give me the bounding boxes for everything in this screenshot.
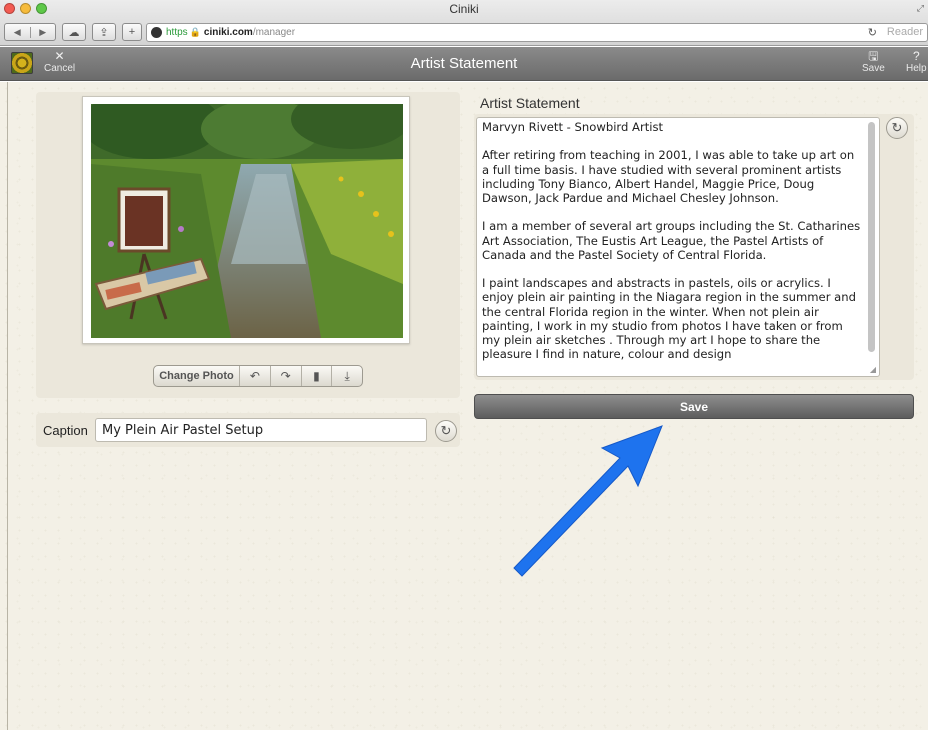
app-header: ✕ Cancel Artist Statement 🖫 Save ? Help [0,47,928,81]
header-save-label: Save [862,63,885,74]
url-domain: ciniki.com [203,27,253,38]
url-path: /manager [252,27,296,38]
change-photo-button[interactable]: Change Photo [154,366,240,386]
help-button[interactable]: ? Help [906,49,927,75]
page-title: Artist Statement [410,55,518,72]
save-button[interactable]: Save [474,394,914,419]
annotation-arrow-icon [513,425,663,577]
url-scheme: https [166,27,188,38]
resize-grip-icon[interactable]: ◢ [870,365,876,374]
share-icon[interactable]: ⇪ [92,23,116,41]
back-icon[interactable]: ◀ [5,26,31,38]
revert-icon: ↻ [891,120,903,135]
caption-input[interactable] [95,418,427,442]
header-save-button[interactable]: 🖫 Save [862,49,885,75]
rotate-right-icon[interactable]: ↷ [271,366,302,386]
new-tab-icon[interactable]: + [122,23,142,41]
icloud-tabs-icon[interactable]: ☁ [62,23,86,41]
rotate-left-icon[interactable]: ↶ [240,366,271,386]
revert-icon: ↻ [440,423,452,438]
fullscreen-icon[interactable]: ⤢ [917,3,924,14]
caption-row: Caption [36,413,460,447]
forward-icon[interactable]: ▶ [31,27,56,38]
statement-scrollbar[interactable] [868,122,875,352]
trash-icon[interactable]: ▮ [302,366,333,386]
browser-titlebar: Ciniki ⤢ ◀ ▶ ☁ ⇪ + https 🔒 ciniki.com /m… [0,0,928,46]
statement-label: Artist Statement [480,95,580,111]
caption-label: Caption [43,423,88,438]
nav-buttons: ◀ ▶ [4,23,56,41]
content-divider [7,82,8,730]
window-title: Ciniki [449,2,479,16]
landscape-photo-image [91,104,403,338]
statement-textarea[interactable]: Marvyn Rivett - Snowbird Artist After re… [476,117,880,377]
download-icon[interactable]: ⤓ [332,366,362,386]
photo-toolbar: Change Photo ↶ ↷ ▮ ⤓ [153,365,363,387]
url-bar[interactable]: https 🔒 ciniki.com /manager ↻ Reader [146,23,928,42]
reload-icon[interactable]: ↻ [868,26,877,39]
site-favicon-icon [151,27,162,38]
browser-toolbar: ◀ ▶ ☁ ⇪ + https 🔒 ciniki.com /manager ↻ … [0,22,928,44]
statement-text: Marvyn Rivett - Snowbird Artist After re… [482,120,861,362]
photo-preview[interactable] [82,96,410,344]
help-icon: ? [912,49,920,63]
caption-revert-button[interactable]: ↻ [435,420,457,442]
save-icon: 🖫 [868,49,879,63]
statement-revert-button[interactable]: ↻ [886,117,908,139]
lock-icon: 🔒 [189,27,201,37]
reader-button[interactable]: Reader [887,26,923,38]
help-label: Help [906,63,927,74]
